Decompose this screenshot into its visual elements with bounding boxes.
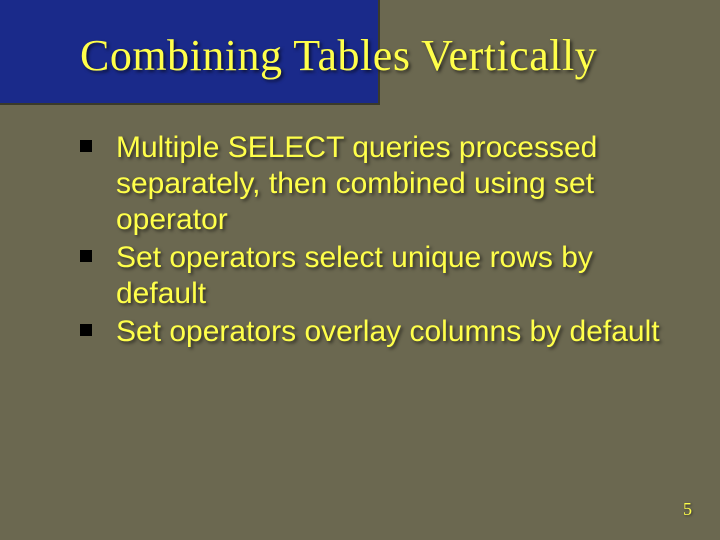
bullet-text: Set operators select unique rows by defa… bbox=[116, 241, 593, 310]
slide-content: Multiple SELECT queries processed separa… bbox=[80, 130, 660, 352]
square-bullet-icon bbox=[80, 250, 92, 262]
slide: Combining Tables Vertically Multiple SEL… bbox=[0, 0, 720, 540]
slide-title: Combining Tables Vertically bbox=[80, 30, 680, 81]
bullet-item: Multiple SELECT queries processed separa… bbox=[80, 130, 660, 238]
bullet-item: Set operators select unique rows by defa… bbox=[80, 240, 660, 312]
bullet-text: Multiple SELECT queries processed separa… bbox=[116, 131, 597, 236]
bullet-item: Set operators overlay columns by default bbox=[80, 314, 660, 350]
square-bullet-icon bbox=[80, 324, 92, 336]
square-bullet-icon bbox=[80, 140, 92, 152]
bullet-text: Set operators overlay columns by default bbox=[116, 315, 660, 348]
page-number: 5 bbox=[683, 499, 692, 520]
